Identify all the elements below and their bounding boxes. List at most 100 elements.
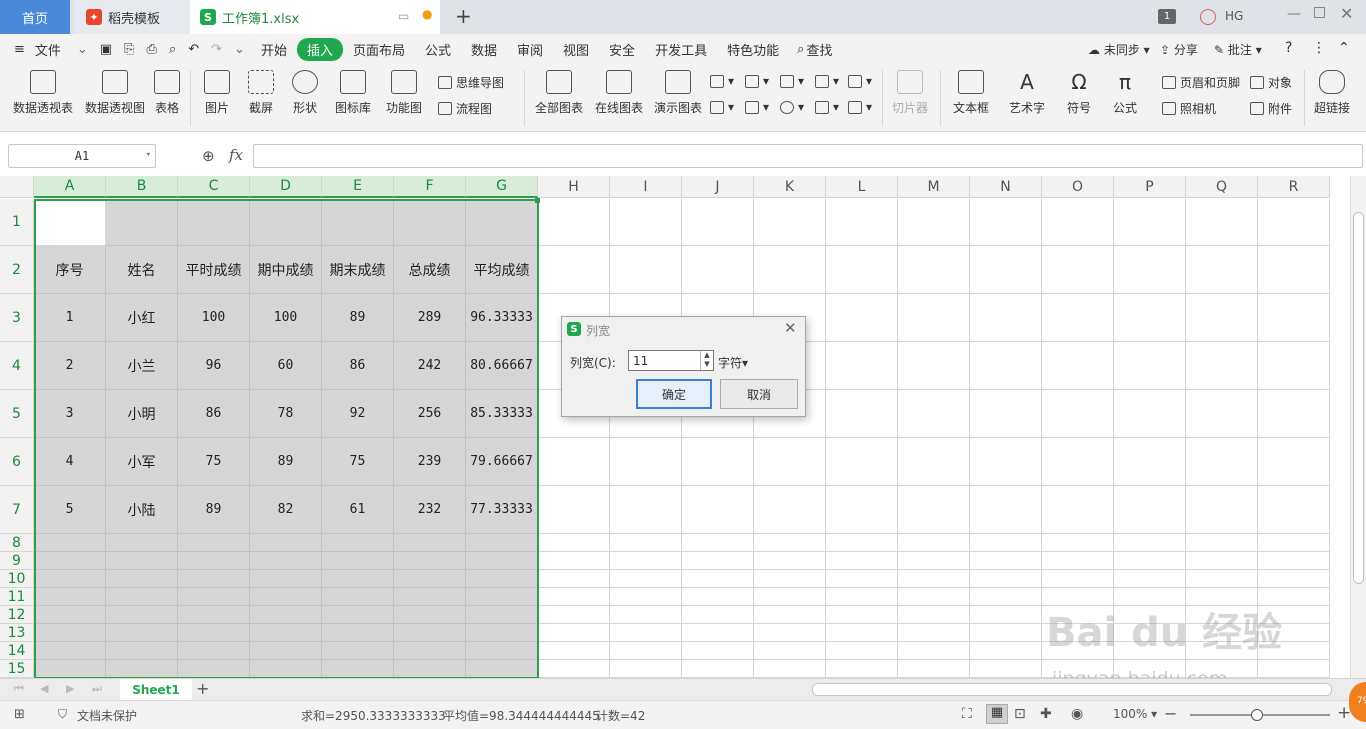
- cell[interactable]: 100: [250, 294, 322, 342]
- cell[interactable]: [178, 534, 250, 552]
- avatar[interactable]: [1200, 9, 1216, 25]
- cell[interactable]: [826, 606, 898, 624]
- cell[interactable]: 60: [250, 342, 322, 390]
- horizontal-scrollbar[interactable]: [812, 683, 1332, 696]
- fill-handle[interactable]: [535, 198, 540, 203]
- cell[interactable]: [970, 246, 1042, 294]
- column-header[interactable]: H: [538, 176, 610, 198]
- cloud-sync[interactable]: ☁ 未同步 ▾: [1088, 41, 1150, 58]
- cell[interactable]: [538, 486, 610, 534]
- cell[interactable]: [970, 570, 1042, 588]
- pie-chart-icon[interactable]: ▾: [780, 100, 804, 114]
- cell[interactable]: [898, 486, 970, 534]
- cell[interactable]: [106, 570, 178, 588]
- cell[interactable]: [1186, 342, 1258, 390]
- cell[interactable]: [538, 624, 610, 642]
- cell[interactable]: 5: [34, 486, 106, 534]
- menu-item-4[interactable]: 数据: [461, 40, 507, 59]
- column-header[interactable]: G: [466, 176, 538, 198]
- mindmap-button[interactable]: 思维导图: [438, 74, 504, 91]
- cell[interactable]: [826, 588, 898, 606]
- cell[interactable]: [34, 660, 106, 678]
- cell[interactable]: [34, 606, 106, 624]
- cell[interactable]: [394, 624, 466, 642]
- cell[interactable]: [754, 552, 826, 570]
- cell[interactable]: 期末成绩: [322, 246, 394, 294]
- row-header[interactable]: 11: [0, 588, 34, 606]
- column-header[interactable]: J: [682, 176, 754, 198]
- sheet-tab-sheet1[interactable]: Sheet1: [120, 679, 192, 701]
- cell[interactable]: [322, 570, 394, 588]
- cell[interactable]: [754, 588, 826, 606]
- cell[interactable]: [466, 606, 538, 624]
- cell[interactable]: 序号: [34, 246, 106, 294]
- cell[interactable]: [1042, 570, 1114, 588]
- cell[interactable]: [250, 606, 322, 624]
- row-header[interactable]: 1: [0, 199, 34, 246]
- column-header[interactable]: L: [826, 176, 898, 198]
- cell[interactable]: [322, 660, 394, 678]
- cell[interactable]: [1042, 552, 1114, 570]
- cell[interactable]: [826, 199, 898, 246]
- cell[interactable]: 89: [250, 438, 322, 486]
- cell[interactable]: [394, 534, 466, 552]
- cell[interactable]: [106, 588, 178, 606]
- cell[interactable]: [178, 570, 250, 588]
- undo-icon[interactable]: ↶: [182, 42, 205, 57]
- menu-item-1[interactable]: 插入: [296, 37, 343, 61]
- cell[interactable]: [1114, 246, 1186, 294]
- icon-library-button[interactable]: 图标库: [334, 64, 372, 116]
- cell[interactable]: [538, 570, 610, 588]
- cell[interactable]: [610, 199, 682, 246]
- cell[interactable]: [1186, 199, 1258, 246]
- column-header[interactable]: M: [898, 176, 970, 198]
- cell[interactable]: [610, 534, 682, 552]
- cell[interactable]: [826, 342, 898, 390]
- cell[interactable]: [466, 570, 538, 588]
- menu-item-6[interactable]: 视图: [553, 40, 599, 59]
- menu-item-5[interactable]: 审阅: [507, 40, 553, 59]
- cell[interactable]: [754, 606, 826, 624]
- cell[interactable]: [538, 552, 610, 570]
- cell[interactable]: 232: [394, 486, 466, 534]
- cell[interactable]: [538, 246, 610, 294]
- cell[interactable]: [970, 390, 1042, 438]
- cell[interactable]: 96.33333: [466, 294, 538, 342]
- row-header[interactable]: 9: [0, 552, 34, 570]
- zoom-level[interactable]: 100% ▾: [1113, 707, 1157, 721]
- column-header[interactable]: N: [970, 176, 1042, 198]
- search-icon[interactable]: ⌕: [789, 42, 806, 57]
- cell[interactable]: 1: [34, 294, 106, 342]
- cell[interactable]: [610, 660, 682, 678]
- cell[interactable]: [1114, 294, 1186, 342]
- cell[interactable]: [1042, 486, 1114, 534]
- cell[interactable]: [394, 660, 466, 678]
- cell[interactable]: [1258, 534, 1330, 552]
- cell[interactable]: [538, 606, 610, 624]
- cell[interactable]: [898, 624, 970, 642]
- cell[interactable]: [610, 606, 682, 624]
- cell[interactable]: [754, 534, 826, 552]
- quick-access-more-icon[interactable]: ⌄: [228, 42, 251, 57]
- row-header[interactable]: 15: [0, 660, 34, 678]
- cell[interactable]: 89: [178, 486, 250, 534]
- row-header[interactable]: 4: [0, 342, 34, 390]
- cell[interactable]: 小兰: [106, 342, 178, 390]
- cell[interactable]: [610, 438, 682, 486]
- column-header[interactable]: F: [394, 176, 466, 198]
- cell[interactable]: [970, 199, 1042, 246]
- export-icon[interactable]: ⎘: [118, 42, 140, 57]
- cell[interactable]: [970, 660, 1042, 678]
- cell[interactable]: [1258, 342, 1330, 390]
- cell[interactable]: [1258, 390, 1330, 438]
- cell[interactable]: [682, 246, 754, 294]
- row-header[interactable]: 8: [0, 534, 34, 552]
- cell[interactable]: 小军: [106, 438, 178, 486]
- cell[interactable]: [826, 570, 898, 588]
- save-icon[interactable]: ▣: [94, 42, 118, 57]
- cell[interactable]: [34, 199, 106, 246]
- combo-chart-icon[interactable]: ▾: [710, 100, 734, 114]
- cell[interactable]: [178, 642, 250, 660]
- cell[interactable]: [754, 660, 826, 678]
- prev-sheet-icon[interactable]: ◀: [40, 682, 48, 695]
